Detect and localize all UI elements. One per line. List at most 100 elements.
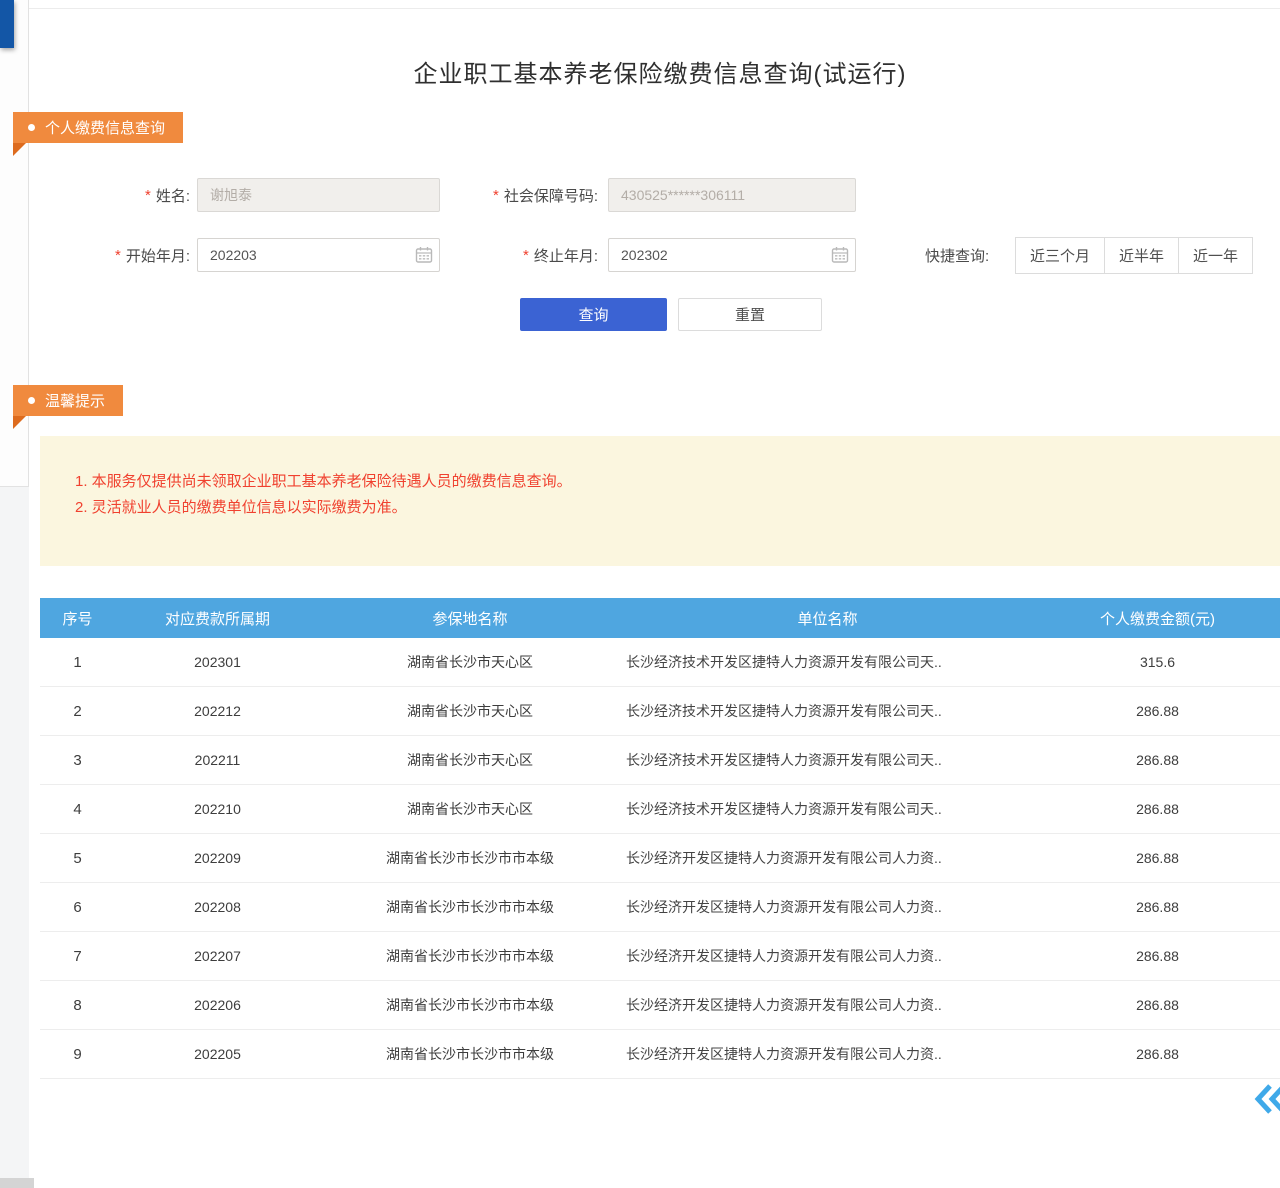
table-row: 2 202212 湖南省长沙市天心区 长沙经济技术开发区捷特人力资源开发有限公司…: [40, 687, 1280, 736]
cell-period: 202205: [115, 1030, 320, 1079]
ssn-field-wrap: [608, 178, 856, 212]
cell-serial: 4: [40, 785, 115, 834]
quick-query-label: 快捷查询:: [925, 237, 989, 274]
bottom-left-strip: [0, 1178, 34, 1188]
cell-period: 202207: [115, 932, 320, 981]
table-header-cell: 对应费款所属期: [115, 598, 320, 638]
ssn-input[interactable]: [608, 178, 856, 212]
cell-area: 湖南省长沙市天心区: [320, 736, 620, 785]
cell-amount: 315.6: [1035, 638, 1280, 687]
required-asterisk: *: [493, 187, 499, 204]
name-label: * 姓名:: [60, 178, 190, 212]
table-header-cell: 个人缴费金额(元): [1035, 598, 1280, 638]
cell-amount: 286.88: [1035, 736, 1280, 785]
cell-serial: 6: [40, 883, 115, 932]
section-badge-personal-payment-query: 个人缴费信息查询: [13, 112, 183, 143]
notice-box: 1. 本服务仅提供尚未领取企业职工基本养老保险待遇人员的缴费信息查询。 2. 灵…: [40, 436, 1280, 566]
cell-area: 湖南省长沙市长沙市市本级: [320, 932, 620, 981]
end-month-input[interactable]: [608, 238, 856, 272]
cell-amount: 286.88: [1035, 834, 1280, 883]
cell-amount: 286.88: [1035, 981, 1280, 1030]
table-header-cell: 序号: [40, 598, 115, 638]
double-left-chevron-icon[interactable]: [1252, 1080, 1280, 1120]
bullet-icon: [28, 397, 35, 404]
notice-line: 1. 本服务仅提供尚未领取企业职工基本养老保险待遇人员的缴费信息查询。: [75, 469, 1260, 495]
table-header-cell: 参保地名称: [320, 598, 620, 638]
table-header-row: 序号 对应费款所属期 参保地名称 单位名称 个人缴费金额(元): [40, 598, 1280, 638]
table-row: 3 202211 湖南省长沙市天心区 长沙经济技术开发区捷特人力资源开发有限公司…: [40, 736, 1280, 785]
query-button[interactable]: 查询: [520, 298, 667, 331]
table-row: 1 202301 湖南省长沙市天心区 长沙经济技术开发区捷特人力资源开发有限公司…: [40, 638, 1280, 687]
cell-serial: 9: [40, 1030, 115, 1079]
bullet-icon: [28, 124, 35, 131]
cell-area: 湖南省长沙市长沙市市本级: [320, 1030, 620, 1079]
cell-company: 长沙经济开发区捷特人力资源开发有限公司人力资..: [620, 834, 1035, 883]
cell-area: 湖南省长沙市长沙市市本级: [320, 834, 620, 883]
name-field-wrap: [197, 178, 440, 212]
cell-period: 202301: [115, 638, 320, 687]
cell-company: 长沙经济技术开发区捷特人力资源开发有限公司天..: [620, 638, 1035, 687]
cell-serial: 8: [40, 981, 115, 1030]
required-asterisk: *: [523, 247, 529, 264]
table-row: 5 202209 湖南省长沙市长沙市市本级 长沙经济开发区捷特人力资源开发有限公…: [40, 834, 1280, 883]
end-month-label: * 终止年月:: [440, 238, 598, 272]
required-asterisk: *: [115, 247, 121, 264]
cell-company: 长沙经济开发区捷特人力资源开发有限公司人力资..: [620, 981, 1035, 1030]
cell-period: 202206: [115, 981, 320, 1030]
cell-period: 202211: [115, 736, 320, 785]
cell-serial: 1: [40, 638, 115, 687]
cell-company: 长沙经济开发区捷特人力资源开发有限公司人力资..: [620, 1030, 1035, 1079]
cell-period: 202210: [115, 785, 320, 834]
quick-query-group: 近三个月 近半年 近一年: [1016, 237, 1253, 274]
cell-company: 长沙经济开发区捷特人力资源开发有限公司人力资..: [620, 932, 1035, 981]
cell-area: 湖南省长沙市长沙市市本级: [320, 981, 620, 1030]
table-header-cell: 单位名称: [620, 598, 1035, 638]
ssn-label: * 社会保障号码:: [440, 178, 598, 212]
sidebar-stub: [0, 0, 14, 48]
cell-period: 202208: [115, 883, 320, 932]
start-month-label: * 开始年月:: [60, 238, 190, 272]
quick-query-button[interactable]: 近一年: [1178, 237, 1253, 274]
payments-table: 序号 对应费款所属期 参保地名称 单位名称 个人缴费金额(元) 1 202301…: [40, 598, 1280, 1079]
quick-query-button[interactable]: 近三个月: [1015, 237, 1105, 274]
cell-serial: 7: [40, 932, 115, 981]
cell-amount: 286.88: [1035, 687, 1280, 736]
calendar-icon[interactable]: [415, 246, 433, 264]
cell-company: 长沙经济技术开发区捷特人力资源开发有限公司天..: [620, 687, 1035, 736]
cell-company: 长沙经济技术开发区捷特人力资源开发有限公司天..: [620, 736, 1035, 785]
cell-serial: 5: [40, 834, 115, 883]
required-asterisk: *: [145, 187, 151, 204]
section-badge-tips: 温馨提示: [13, 385, 123, 416]
cell-amount: 286.88: [1035, 932, 1280, 981]
table-row: 4 202210 湖南省长沙市天心区 长沙经济技术开发区捷特人力资源开发有限公司…: [40, 785, 1280, 834]
pension-query-page: 企业职工基本养老保险缴费信息查询(试运行) 个人缴费信息查询 * 姓名: * 社…: [0, 0, 1280, 1188]
table-row: 8 202206 湖南省长沙市长沙市市本级 长沙经济开发区捷特人力资源开发有限公…: [40, 981, 1280, 1030]
cell-amount: 286.88: [1035, 883, 1280, 932]
start-month-field-wrap: [197, 238, 440, 272]
section-badge-label: 个人缴费信息查询: [45, 117, 165, 138]
reset-button[interactable]: 重置: [678, 298, 822, 331]
table-row: 9 202205 湖南省长沙市长沙市市本级 长沙经济开发区捷特人力资源开发有限公…: [40, 1030, 1280, 1079]
name-input[interactable]: [197, 178, 440, 212]
cell-amount: 286.88: [1035, 785, 1280, 834]
page-title: 企业职工基本养老保险缴费信息查询(试运行): [40, 54, 1280, 89]
content-top-border: [29, 8, 1280, 9]
cell-company: 长沙经济开发区捷特人力资源开发有限公司人力资..: [620, 883, 1035, 932]
start-month-input[interactable]: [197, 238, 440, 272]
notice-line: 2. 灵活就业人员的缴费单位信息以实际缴费为准。: [75, 495, 1260, 521]
cell-period: 202209: [115, 834, 320, 883]
table-row: 6 202208 湖南省长沙市长沙市市本级 长沙经济开发区捷特人力资源开发有限公…: [40, 883, 1280, 932]
cell-area: 湖南省长沙市天心区: [320, 785, 620, 834]
calendar-icon[interactable]: [831, 246, 849, 264]
cell-area: 湖南省长沙市长沙市市本级: [320, 883, 620, 932]
table-row: 7 202207 湖南省长沙市长沙市市本级 长沙经济开发区捷特人力资源开发有限公…: [40, 932, 1280, 981]
cell-area: 湖南省长沙市天心区: [320, 687, 620, 736]
section-badge-label: 温馨提示: [45, 390, 105, 411]
cell-company: 长沙经济技术开发区捷特人力资源开发有限公司天..: [620, 785, 1035, 834]
cell-period: 202212: [115, 687, 320, 736]
quick-query-button[interactable]: 近半年: [1104, 237, 1179, 274]
table-body: 1 202301 湖南省长沙市天心区 长沙经济技术开发区捷特人力资源开发有限公司…: [40, 638, 1280, 1079]
cell-serial: 2: [40, 687, 115, 736]
end-month-field-wrap: [608, 238, 856, 272]
cell-area: 湖南省长沙市天心区: [320, 638, 620, 687]
